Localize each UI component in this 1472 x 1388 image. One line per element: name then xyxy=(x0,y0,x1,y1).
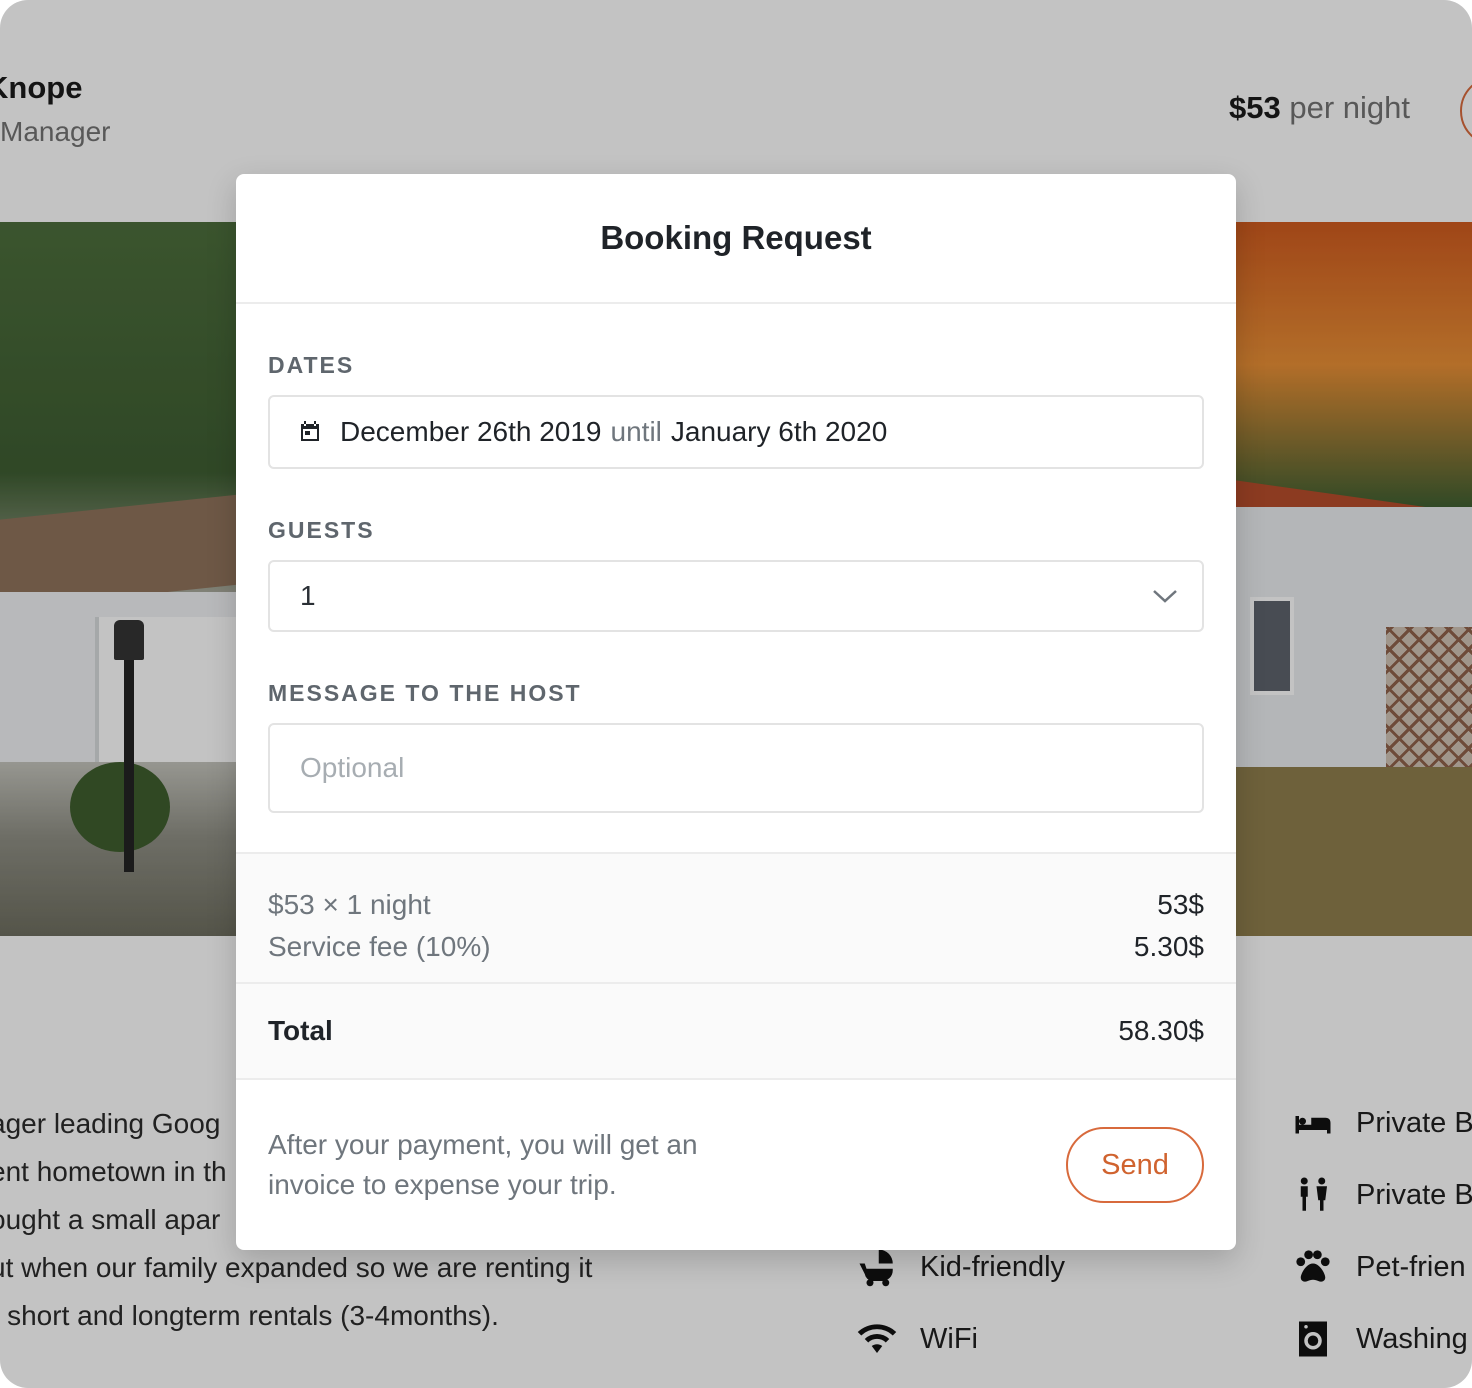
send-button[interactable]: Send xyxy=(1066,1127,1204,1203)
date-connector: until xyxy=(610,416,662,447)
booking-request-modal: Booking Request DATES December 26th 2019… xyxy=(236,174,1236,1250)
guests-label: GUESTS xyxy=(268,517,375,543)
date-range-picker[interactable]: December 26th 2019 until January 6th 202… xyxy=(268,395,1204,469)
price-breakdown: $53 × 1 night 53$ Service fee (10%) 5.30… xyxy=(236,852,1236,984)
end-date: January 6th 2020 xyxy=(670,416,888,447)
invoice-note: After your payment, you will get an invo… xyxy=(268,1129,698,1200)
modal-header: Booking Request xyxy=(236,174,1236,304)
calendar-icon xyxy=(301,421,319,441)
message-label: MESSAGE TO THE HOST xyxy=(268,680,582,706)
modal-footer: After your payment, you will get an invo… xyxy=(236,1080,1236,1250)
dates-label: DATES xyxy=(268,352,355,378)
breakdown-label: $53 × 1 night xyxy=(268,889,431,920)
guests-value: 1 xyxy=(300,580,316,611)
breakdown-row: Service fee (10%) 5.30$ xyxy=(268,926,1204,968)
modal-body: DATES December 26th 2019 until January 6… xyxy=(236,352,1236,813)
start-date: December 26th 2019 xyxy=(340,416,602,447)
chevron-down-icon xyxy=(1153,590,1177,603)
breakdown-row: $53 × 1 night 53$ xyxy=(268,884,1204,926)
message-field[interactable] xyxy=(268,723,1204,813)
total-label: Total xyxy=(268,1015,333,1046)
total-value: 58.30$ xyxy=(1118,1015,1204,1046)
message-input[interactable] xyxy=(298,751,1202,785)
modal-title: Booking Request xyxy=(600,219,872,256)
guests-select[interactable]: 1 xyxy=(268,560,1204,632)
breakdown-value: 53$ xyxy=(1157,889,1204,920)
total-row: Total 58.30$ xyxy=(236,984,1236,1080)
breakdown-value: 5.30$ xyxy=(1133,931,1204,962)
breakdown-label: Service fee (10%) xyxy=(268,931,491,962)
